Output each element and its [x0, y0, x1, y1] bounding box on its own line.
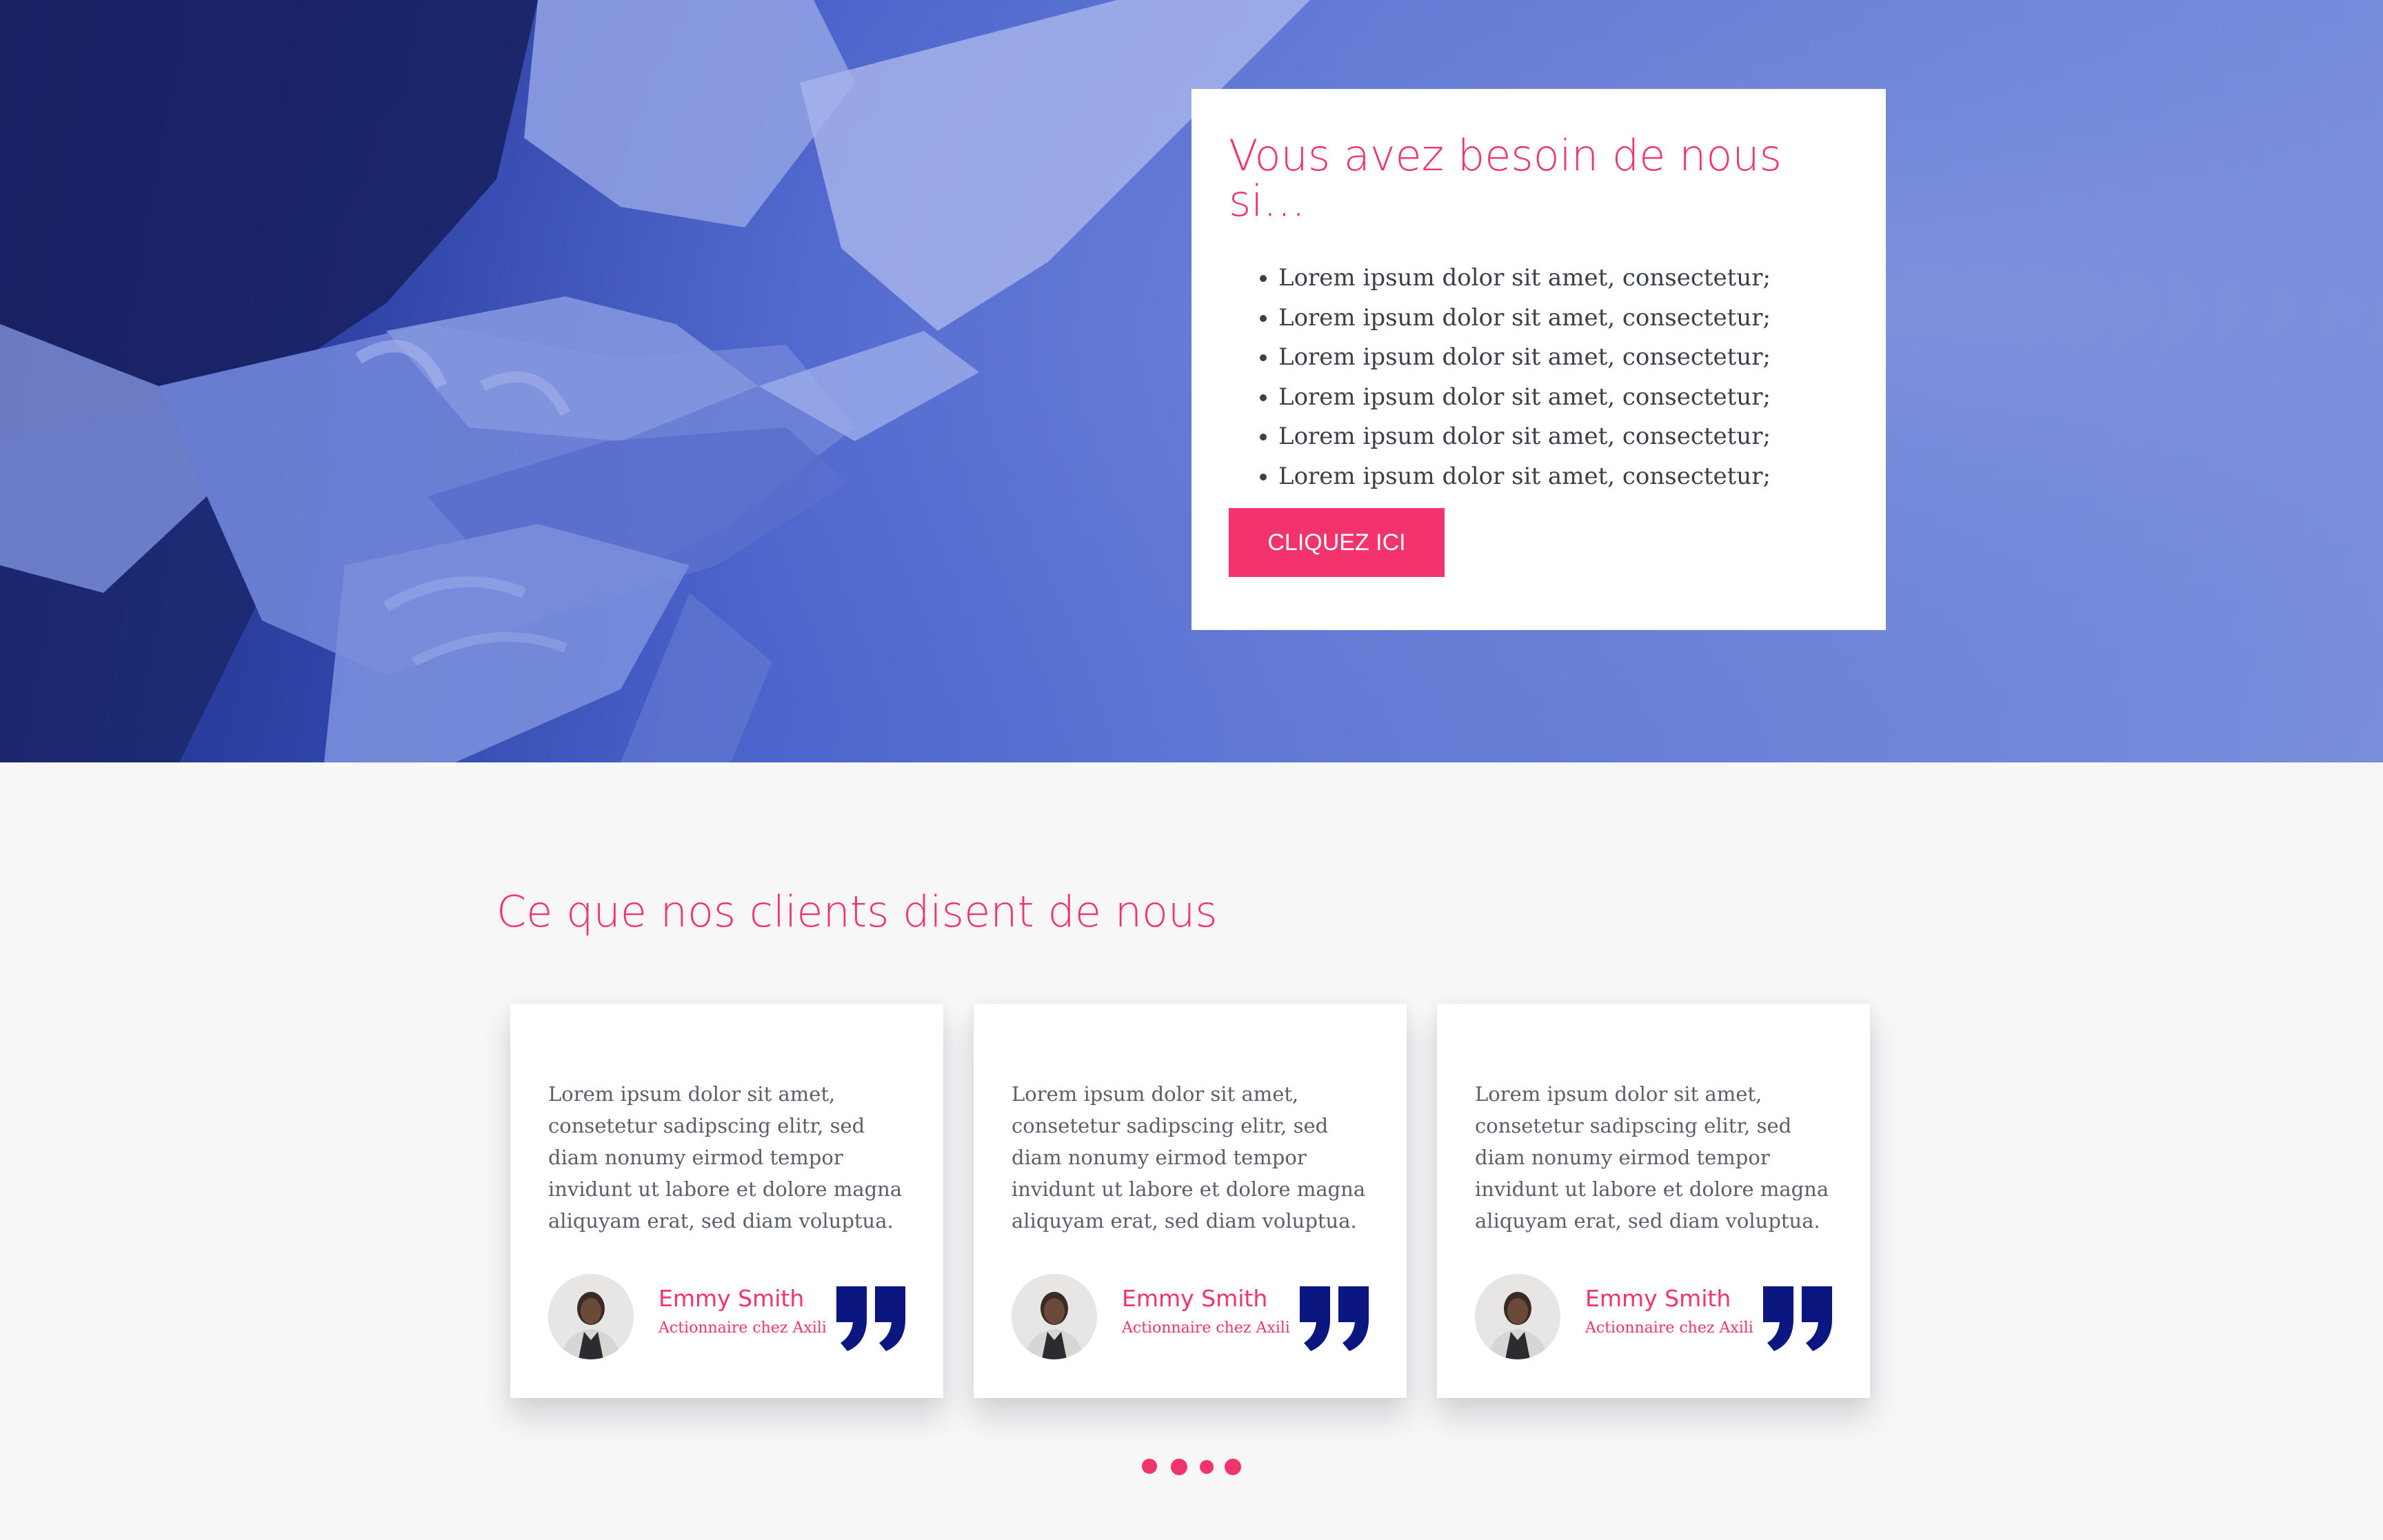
hero-list-item: Lorem ipsum dolor sit amet, consectetur; — [1278, 378, 1849, 418]
testimonial-role: Actionnaire chez Axili — [1585, 1319, 1753, 1337]
hero-card: Vous avez besoin de nous si… Lorem ipsum… — [1192, 89, 1886, 630]
hero-list: Lorem ipsum dolor sit amet, consectetur;… — [1229, 259, 1849, 496]
avatar — [1475, 1274, 1560, 1359]
pagination-dot[interactable] — [1200, 1460, 1214, 1474]
testimonial-text: Lorem ipsum dolor sit amet, consetetur s… — [1475, 1082, 1829, 1233]
pagination-dot[interactable] — [1142, 1459, 1157, 1474]
testimonial-card: Lorem ipsum dolor sit amet, consetetur s… — [1437, 1004, 1870, 1398]
testimonial-text: Lorem ipsum dolor sit amet, consetetur s… — [548, 1082, 903, 1233]
testimonial-name: Emmy Smith — [1585, 1285, 1731, 1312]
quote-icon — [836, 1286, 905, 1351]
hero-list-item: Lorem ipsum dolor sit amet, consectetur; — [1278, 259, 1849, 298]
testimonial-role: Actionnaire chez Axili — [658, 1319, 827, 1337]
quote-icon — [1300, 1286, 1369, 1351]
hero-title: Vous avez besoin de nous si… — [1229, 130, 1782, 226]
carousel-pagination — [1139, 1457, 1249, 1475]
cliquez-ici-button[interactable]: CLIQUEZ ICI — [1229, 508, 1445, 577]
quote-icon — [1763, 1286, 1832, 1351]
testimonials-title: Ce que nos clients disent de nous — [496, 886, 1218, 937]
testimonial-name: Emmy Smith — [658, 1285, 805, 1312]
hero-list-item: Lorem ipsum dolor sit amet, consectetur; — [1278, 417, 1849, 457]
testimonial-text: Lorem ipsum dolor sit amet, consetetur s… — [1012, 1082, 1366, 1233]
hero-list-item: Lorem ipsum dolor sit amet, consectetur; — [1278, 298, 1849, 338]
testimonial-card: Lorem ipsum dolor sit amet, consetetur s… — [974, 1004, 1407, 1398]
pagination-dot[interactable] — [1171, 1459, 1187, 1475]
pagination-dot[interactable] — [1225, 1459, 1241, 1475]
avatar — [1012, 1274, 1097, 1359]
hero-section: Vous avez besoin de nous si… Lorem ipsum… — [0, 0, 2383, 762]
testimonial-role: Actionnaire chez Axili — [1122, 1319, 1290, 1337]
hero-list-item: Lorem ipsum dolor sit amet, consectetur; — [1278, 338, 1849, 378]
hero-list-item: Lorem ipsum dolor sit amet, consectetur; — [1278, 457, 1849, 497]
avatar — [548, 1274, 634, 1359]
testimonial-card: Lorem ipsum dolor sit amet, consetetur s… — [510, 1004, 943, 1398]
testimonial-name: Emmy Smith — [1122, 1285, 1268, 1312]
